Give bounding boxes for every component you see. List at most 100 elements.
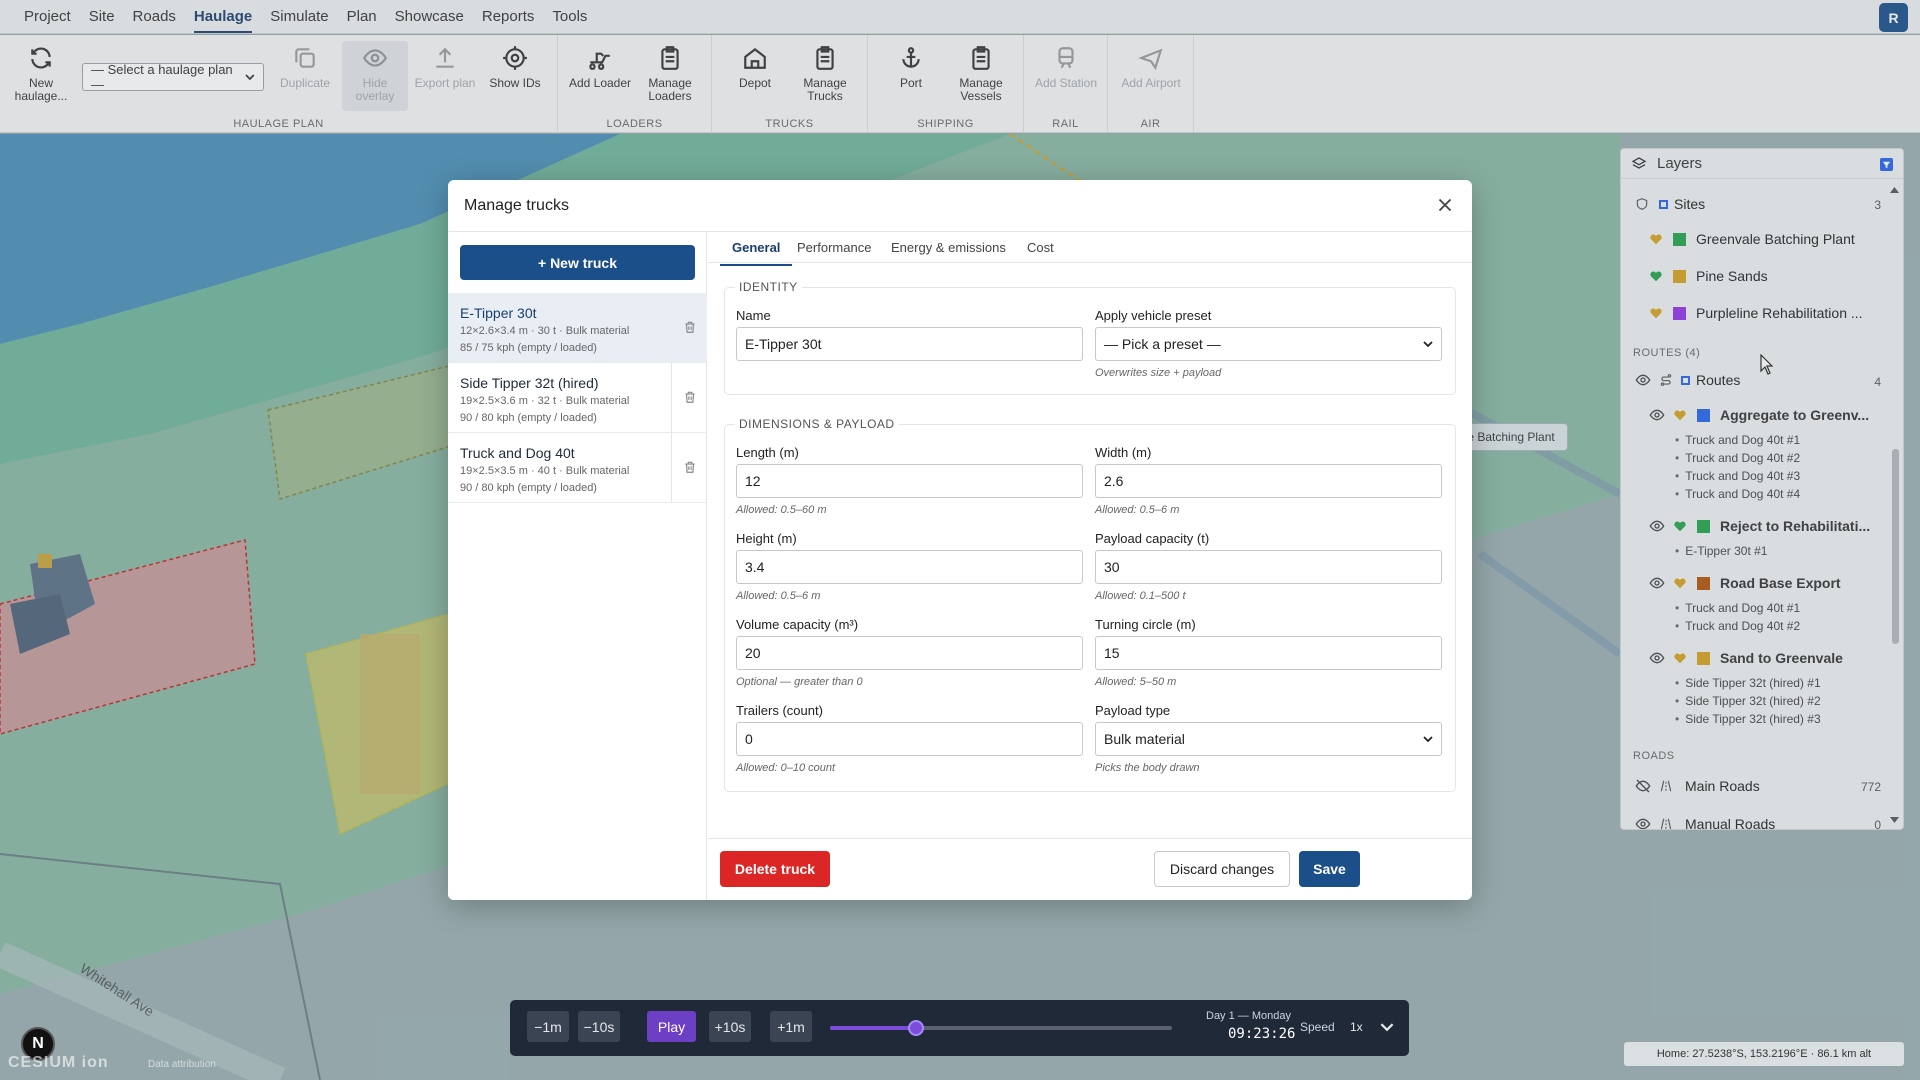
payload-input[interactable]: 30 (1095, 550, 1442, 584)
close-icon[interactable] (1434, 194, 1456, 216)
hide-overlay-button[interactable]: Hide overlay (342, 41, 408, 111)
height-input[interactable]: 3.4 (736, 550, 1083, 584)
menu-reports[interactable]: Reports (473, 0, 544, 34)
port-label: Port (899, 76, 922, 90)
trash-icon[interactable] (683, 319, 697, 335)
delete-truck-button[interactable]: Delete truck (720, 851, 830, 887)
trash-icon[interactable] (683, 389, 697, 405)
layer-road-item[interactable]: Main Roads (1635, 778, 1760, 794)
checkbox-icon[interactable] (1681, 375, 1690, 385)
layer-route-item[interactable]: Sand to Greenvale (1649, 650, 1843, 666)
route-truck-item[interactable]: E-Tipper 30t #1 (1675, 544, 1767, 558)
layer-group-routes[interactable]: Routes (1635, 372, 1740, 388)
menu-roads[interactable]: Roads (124, 0, 185, 34)
tab-cost[interactable]: Cost (1027, 240, 1054, 255)
add-airport-button[interactable]: Add Airport (1118, 41, 1184, 111)
route-truck-item[interactable]: Truck and Dog 40t #3 (1675, 469, 1800, 483)
user-avatar[interactable]: R (1879, 3, 1908, 32)
truck-list-item[interactable]: Truck and Dog 40t 19×2.5×3.5 m · 40 t · … (448, 433, 707, 503)
new-haulage-button[interactable]: New haulage... (8, 41, 74, 111)
menu-plan[interactable]: Plan (338, 0, 386, 34)
port-button[interactable]: Port (878, 41, 944, 111)
layer-route-item[interactable]: Aggregate to Greenv... (1649, 407, 1869, 423)
new-truck-button[interactable]: + New truck (460, 245, 695, 280)
route-truck-item[interactable]: Truck and Dog 40t #2 (1675, 451, 1800, 465)
truck-name: E-Tipper 30t (460, 305, 537, 321)
layer-site-item[interactable]: Purpleline Rehabilitation ... (1649, 305, 1863, 321)
divider (671, 433, 672, 503)
tab-general[interactable]: General (719, 240, 793, 266)
menu-simulate[interactable]: Simulate (261, 0, 337, 34)
layer-route-item[interactable]: Reject to Rehabilitati... (1649, 518, 1870, 534)
route-truck-item[interactable]: Truck and Dog 40t #2 (1675, 619, 1800, 633)
eye-icon[interactable] (1649, 518, 1665, 534)
export-plan-button[interactable]: Export plan (412, 41, 478, 111)
eye-icon[interactable] (1649, 407, 1665, 423)
eye-off-icon[interactable] (1635, 778, 1651, 794)
chevron-down-icon[interactable] (1380, 1020, 1394, 1034)
route-truck-item[interactable]: Side Tipper 32t (hired) #3 (1675, 712, 1820, 726)
discard-changes-button[interactable]: Discard changes (1154, 851, 1290, 887)
menu-showcase[interactable]: Showcase (386, 0, 473, 34)
layer-site-item[interactable]: Greenvale Batching Plant (1649, 231, 1855, 247)
plan-select-value: — Select a haulage plan — (91, 62, 233, 92)
eye-icon[interactable] (1635, 372, 1651, 388)
route-truck-item[interactable]: Truck and Dog 40t #1 (1675, 433, 1800, 447)
eye-icon[interactable] (1649, 575, 1665, 591)
layer-road-item[interactable]: Manual Roads (1635, 816, 1775, 830)
vehicle-preset-select[interactable]: — Pick a preset — (1095, 327, 1442, 361)
play-button[interactable]: Play (647, 1011, 696, 1042)
group-shipping: Port Manage Vessels SHIPPING (868, 35, 1024, 133)
turning-input[interactable]: 15 (1095, 636, 1442, 670)
show-ids-button[interactable]: Show IDs (482, 41, 548, 111)
menu-site[interactable]: Site (80, 0, 124, 34)
timeline-slider[interactable] (830, 1020, 1172, 1036)
tab-energy-emissions[interactable]: Energy & emissions (891, 240, 1006, 255)
group-loaders: Add Loader Manage Loaders LOADERS (558, 35, 712, 133)
forward-10s-button[interactable]: +10s (709, 1011, 751, 1042)
rewind-10s-button[interactable]: −10s (578, 1011, 620, 1042)
trailers-input[interactable]: 0 (736, 722, 1083, 756)
eye-icon[interactable] (1649, 650, 1665, 666)
filter-icon[interactable] (1880, 158, 1893, 171)
name-input[interactable]: E-Tipper 30t (736, 327, 1083, 361)
menu-project[interactable]: Project (15, 0, 80, 34)
rewind-1m-button[interactable]: −1m (527, 1011, 569, 1042)
length-input[interactable]: 12 (736, 464, 1083, 498)
divider (671, 363, 672, 433)
volume-input[interactable]: 20 (736, 636, 1083, 670)
layer-group-sites[interactable]: Sites (1635, 196, 1705, 212)
checkbox-icon[interactable] (1659, 199, 1668, 209)
manage-loaders-button[interactable]: Manage Loaders (637, 41, 703, 111)
haulage-plan-select[interactable]: — Select a haulage plan — (82, 62, 264, 92)
menu-tools[interactable]: Tools (543, 0, 596, 34)
data-attribution-link[interactable]: Data attribution (148, 1059, 216, 1070)
speed-value[interactable]: 1x (1350, 1020, 1363, 1034)
width-input[interactable]: 2.6 (1095, 464, 1442, 498)
manage-trucks-button[interactable]: Manage Trucks (792, 41, 858, 111)
forward-1m-button[interactable]: +1m (770, 1011, 812, 1042)
add-loader-button[interactable]: Add Loader (567, 41, 633, 111)
layer-route-item[interactable]: Road Base Export (1649, 575, 1841, 591)
route-truck-item[interactable]: Truck and Dog 40t #1 (1675, 601, 1800, 615)
duplicate-button[interactable]: Duplicate (272, 41, 338, 111)
scroll-up-icon[interactable] (1890, 187, 1899, 193)
manage-vessels-button[interactable]: Manage Vessels (948, 41, 1014, 111)
route-truck-item[interactable]: Side Tipper 32t (hired) #2 (1675, 694, 1820, 708)
payload-type-select[interactable]: Bulk material (1095, 722, 1442, 756)
route-truck-item[interactable]: Side Tipper 32t (hired) #1 (1675, 676, 1820, 690)
menu-haulage[interactable]: Haulage (185, 0, 261, 33)
truck-list-item[interactable]: Side Tipper 32t (hired) 19×2.5×3.6 m · 3… (448, 363, 707, 433)
layers-scrollbar[interactable] (1892, 449, 1899, 644)
eye-icon[interactable] (1635, 816, 1651, 830)
depot-button[interactable]: Depot (722, 41, 788, 111)
tab-performance[interactable]: Performance (797, 240, 871, 255)
layer-site-item[interactable]: Pine Sands (1649, 268, 1768, 284)
scroll-down-icon[interactable] (1890, 817, 1899, 823)
save-button[interactable]: Save (1299, 851, 1360, 887)
route-truck-item[interactable]: Truck and Dog 40t #4 (1675, 487, 1800, 501)
trash-icon[interactable] (683, 459, 697, 475)
add-station-button[interactable]: Add Station (1033, 41, 1099, 111)
truck-list-item[interactable]: E-Tipper 30t 12×2.6×3.4 m · 30 t · Bulk … (448, 293, 707, 363)
timeline-slider-handle[interactable] (907, 1020, 924, 1036)
